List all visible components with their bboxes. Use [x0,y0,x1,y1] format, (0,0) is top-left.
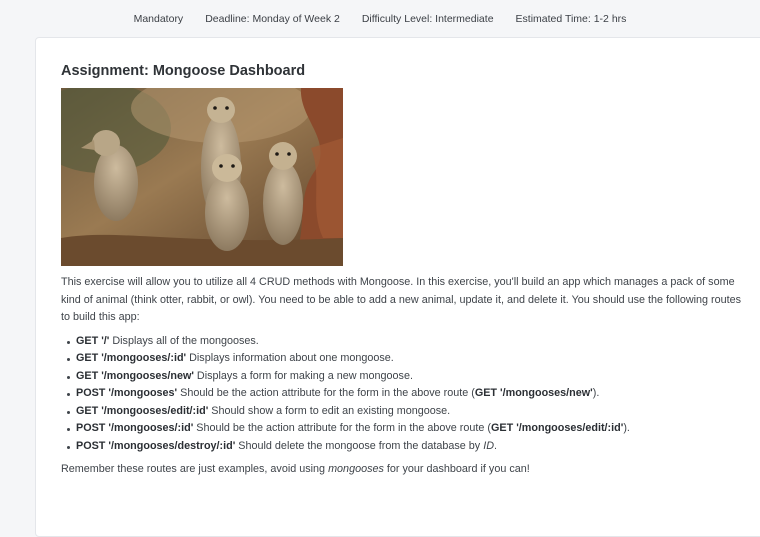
route-tail: ). [592,387,600,400]
route-tail: ). [623,422,630,435]
route-desc: Displays all of the mongooses. [109,334,259,347]
route-code: GET '/mongooses/new' [76,369,194,382]
route-code: GET '/mongooses/edit/:id' [76,404,209,417]
mandatory-label: Mandatory [133,13,184,25]
route-code: POST '/mongooses/:id' [76,422,194,435]
route-tail: . [494,440,498,453]
assignment-meta-bar: Mandatory Deadline: Monday of Week 2 Dif… [0,0,760,38]
route-code: GET '/mongooses/:id' [76,352,187,365]
assignment-title: Assignment: Mongoose Dashboard [61,63,306,79]
route-desc: Should be the action attribute for the f… [193,422,492,435]
route-desc: Should show a form to edit an existing m… [208,404,451,417]
list-item: POST '/mongooses/:id' Should be the acti… [67,420,751,438]
difficulty-label: Difficulty Level: Intermediate [361,13,494,25]
list-item: GET '/' Displays all of the mongooses. [67,333,751,351]
footer-text: Remember these routes are just examples,… [61,462,329,475]
list-item: POST '/mongooses/destroy/:id' Should del… [67,438,751,456]
route-desc: Should delete the mongoose from the data… [235,440,484,453]
mongoose-photo [61,88,343,266]
mongoose-illustration [61,88,343,266]
routes-list: GET '/' Displays all of the mongooses. G… [61,333,751,456]
route-code: GET '/' [76,334,110,347]
route-ref-italic: ID [483,440,495,453]
route-desc: Displays a form for making a new mongoos… [193,369,413,382]
list-item: GET '/mongooses/new' Displays a form for… [67,368,751,386]
list-item: GET '/mongooses/:id' Displays informatio… [67,350,751,368]
footer-italic: mongooses [328,462,384,475]
assignment-intro: This exercise will allow you to utilize … [61,276,742,323]
estimated-time-label: Estimated Time: 1-2 hrs [515,13,627,25]
route-ref: GET '/mongooses/edit/:id' [491,422,624,435]
list-item: POST '/mongooses' Should be the action a… [67,385,751,403]
deadline-label: Deadline: Monday of Week 2 [205,13,340,25]
route-desc: Displays information about one mongoose. [186,352,394,365]
assignment-card: Assignment: Mongoose Dashboard This exer… [35,37,760,537]
route-desc: Should be the action attribute for the f… [177,387,475,400]
assignment-content: Assignment: Mongoose Dashboard This exer… [61,62,751,478]
route-ref: GET '/mongooses/new' [474,387,593,400]
footer-text-end: for your dashboard if you can! [383,462,530,475]
list-item: GET '/mongooses/edit/:id' Should show a … [67,403,751,421]
route-code: POST '/mongooses' [76,387,178,400]
route-code: POST '/mongooses/destroy/:id' [76,440,236,453]
assignment-footer-note: Remember these routes are just examples,… [61,461,751,478]
